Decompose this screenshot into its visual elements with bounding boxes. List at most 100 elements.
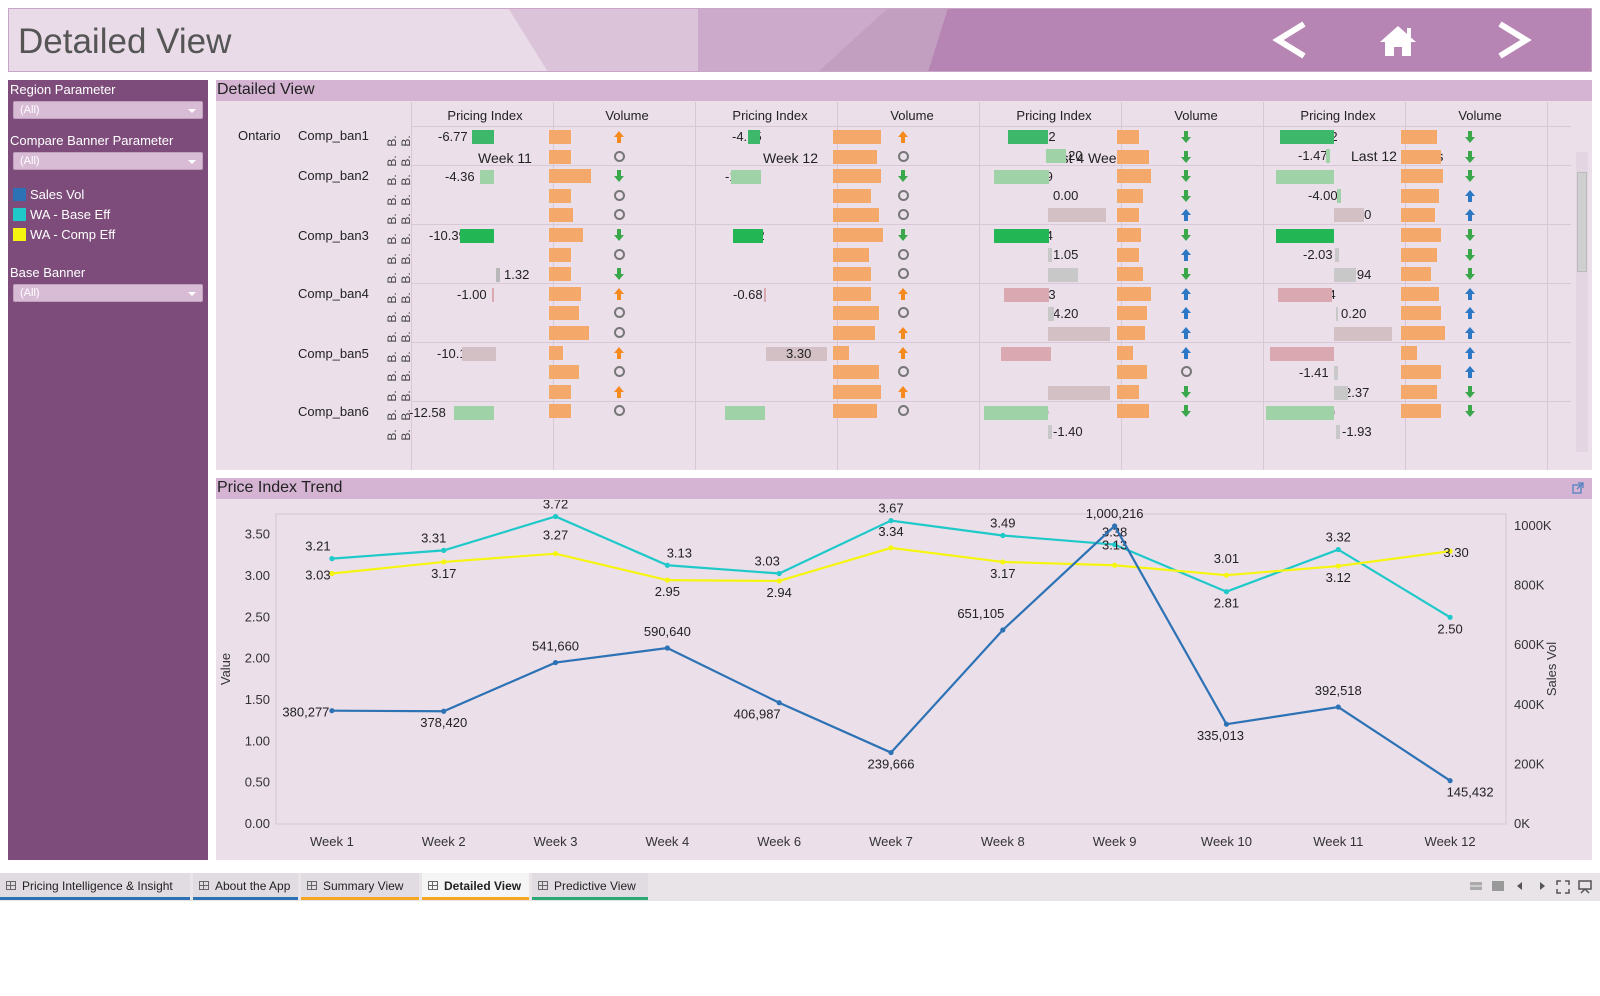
data-label: 3.27 [543, 528, 568, 543]
x-tick-label: Week 6 [757, 834, 801, 849]
chevron-down-icon [188, 292, 196, 296]
data-point [441, 708, 447, 714]
volume-bar [1401, 286, 1439, 301]
presentation-icon[interactable] [1578, 880, 1592, 894]
arrow-down-icon [1465, 405, 1475, 418]
legend-wa-base-eff: WA - Base Eff [13, 207, 110, 222]
pricing-index-bar [460, 229, 494, 243]
price-index-trend-panel: Price Index Trend 0.00 0.50 1.00 1.50 2.00 2.… [216, 478, 1592, 860]
no-change-circle-icon [1181, 366, 1192, 378]
pricing-index-bar [492, 288, 494, 302]
data-point [776, 700, 782, 706]
x-tick-label: Week 12 [1425, 834, 1476, 849]
data-point [888, 749, 894, 756]
volume-bar [549, 149, 571, 164]
volume-bar [1117, 384, 1139, 399]
tab-predictive-view[interactable]: Predictive View [532, 873, 648, 900]
filmstrip-icon[interactable] [1470, 880, 1482, 892]
row-abbrev-label: B. B. [385, 194, 413, 206]
pricing-index-value: -1.00 [457, 287, 487, 302]
tab-label: About the App [215, 879, 291, 893]
grid-view-icon[interactable] [1492, 880, 1504, 892]
y2-axis-title: Sales Vol [1544, 642, 1559, 696]
pricing-index-bar [1048, 208, 1106, 222]
volume-bar [549, 286, 581, 301]
row-abbrev-label: B. B. [385, 174, 413, 186]
row-abbrev-label: B. B. [385, 311, 413, 324]
arrow-up-icon [1465, 209, 1475, 222]
data-point [1112, 562, 1118, 568]
tab-detailed-view[interactable]: Detailed View [422, 873, 529, 900]
data-point [552, 513, 559, 520]
data-label: 3.03 [305, 568, 330, 583]
y-tick-label: 1.50 [245, 692, 270, 707]
tab-summary-view[interactable]: Summary View [301, 873, 419, 900]
data-point [1223, 721, 1230, 727]
popout-icon[interactable] [1572, 482, 1584, 494]
pricing-index-value: -4.00 [1308, 188, 1338, 203]
sheet-icon [538, 881, 548, 890]
arrow-up-icon [614, 346, 624, 359]
tab-pricing-intelligence[interactable]: Pricing Intelligence & Insight [0, 873, 190, 900]
data-label: 3.21 [305, 539, 330, 554]
tab-underline [193, 897, 298, 900]
tab-underline [0, 897, 190, 900]
sheet-icon [307, 881, 317, 890]
next-sheet-icon[interactable] [1536, 880, 1548, 892]
back-arrow-button[interactable] [1266, 18, 1322, 62]
region-parameter-select[interactable]: (All) [13, 101, 203, 119]
row-divider [411, 401, 1571, 402]
col-header-pricing-index: Pricing Index [447, 108, 523, 123]
arrow-down-icon [614, 170, 624, 183]
col-header-pricing-index: Pricing Index [1016, 108, 1092, 123]
pricing-index-value: -12.58 [409, 405, 446, 420]
compare-banner-select[interactable]: (All) [13, 152, 203, 170]
data-label: 406,987 [734, 707, 781, 722]
pricing-index-bar [1008, 130, 1048, 144]
grid-divider [1263, 102, 1264, 470]
chevron-down-icon [188, 109, 196, 113]
volume-bar [549, 384, 571, 399]
banner-label: Comp_ban2 [298, 168, 369, 183]
data-label: 3.12 [1326, 570, 1351, 585]
data-label: 2.94 [767, 585, 792, 600]
tab-about-the-app[interactable]: About the App [193, 873, 298, 900]
data-point [888, 518, 894, 524]
legend-label: WA - Comp Eff [30, 227, 116, 242]
tab-underline [422, 897, 529, 900]
volume-bar [1401, 384, 1437, 399]
pricing-index-bar [1337, 189, 1341, 203]
header-background [8, 8, 1592, 72]
volume-bar [833, 149, 877, 164]
fullscreen-icon[interactable] [1556, 880, 1570, 894]
pricing-index-bar [1278, 288, 1332, 302]
legend-label: Sales Vol [30, 187, 85, 202]
volume-bar [833, 365, 879, 380]
banner-label: Comp_ban1 [298, 128, 369, 143]
forward-arrow-button[interactable] [1482, 18, 1538, 62]
pricing-index-bar [1334, 366, 1338, 380]
previous-sheet-icon[interactable] [1514, 880, 1526, 892]
region-parameter-label: Region Parameter [10, 82, 116, 97]
data-label: 1,000,216 [1086, 506, 1144, 521]
pricing-index-bar [1048, 386, 1110, 400]
base-banner-select[interactable]: (All) [13, 284, 203, 302]
region-label: Ontario [238, 128, 281, 143]
scrollbar-thumb[interactable] [1577, 172, 1587, 272]
pricing-index-bar [1336, 425, 1340, 439]
volume-bar [549, 130, 571, 144]
data-point [1223, 589, 1230, 595]
home-icon[interactable] [1370, 18, 1426, 62]
arrow-down-icon [1181, 268, 1191, 281]
y-tick-label: 0.00 [245, 816, 270, 831]
period-label-week-12: Week 12 [763, 150, 818, 166]
no-change-circle-icon [614, 209, 625, 221]
tab-label: Predictive View [554, 879, 636, 893]
legend-label: WA - Base Eff [30, 207, 111, 222]
data-point [1335, 704, 1341, 710]
data-point [776, 578, 782, 584]
pricing-index-value: 0.00 [1053, 188, 1079, 203]
detail-scrollbar[interactable] [1576, 152, 1588, 452]
row-abbrev-label: B. B. [385, 272, 413, 284]
data-point [664, 577, 670, 583]
